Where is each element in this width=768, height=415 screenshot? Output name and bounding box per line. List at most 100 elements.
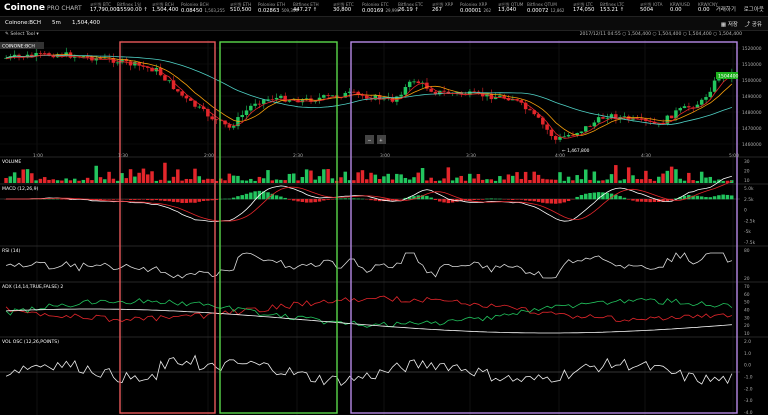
volume-bar [631,175,635,183]
macd-histogram-bar [472,199,476,200]
candle-body [601,117,605,119]
macd-histogram-bar [493,198,498,200]
volume-bar [712,180,717,183]
volume-bar [128,169,133,183]
macd-histogram-bar [296,199,300,202]
volume-bar [687,172,691,183]
volume-bar [373,174,378,183]
panel-axis-label: 40 [744,308,750,314]
time-tick-label: 3:30 [466,153,476,159]
macd-histogram-bar [141,199,146,200]
macd-histogram-bar [532,199,536,202]
volume-bar [455,177,459,183]
candle-body [244,110,249,115]
panel-axis-label: 2.5k [744,197,754,203]
volume-bar [665,170,670,183]
panel-title: MACD (12,26,9) [2,186,39,192]
macd-histogram-bar [313,199,317,203]
panel-axis-label: -3.0 [744,398,753,404]
macd-histogram-bar [309,199,313,203]
time-tick-label: 1:00 [33,153,43,159]
volume-bar [575,175,579,183]
ticker-value: 153.21 ↑ [600,7,625,13]
macd-histogram-bar [171,199,176,202]
volume-bar [163,162,167,183]
volume-bar [30,173,34,183]
macd-histogram-bar [558,199,562,204]
volume-bar [313,179,317,183]
macd-histogram-bar [317,199,322,202]
ticker-item: 코인원 QTUM 13,040 [498,2,523,14]
volume-bar [167,180,171,183]
panel-title: ADX (14,14,TRUE,FALSE) 2 [2,284,63,290]
ticker-item: 코인원 BCH 1,504,400 [152,2,178,14]
macd-histogram-bar [369,199,373,201]
ticker-item: Bitfinex ETC 26.19 ↑ [398,2,423,14]
trade-link[interactable]: 거래하기 [716,7,736,13]
candle-body [326,95,330,96]
symbol-select[interactable]: Coinone:BCH [5,20,41,26]
panel-axis-label: 60 [744,292,750,298]
panel-axis-label: 1.0 [744,351,751,357]
panel-axis-label: 20 [744,276,750,282]
macd-histogram-bar [115,199,120,200]
macd-histogram-bar [433,199,438,201]
select-tool-dropdown[interactable]: ✎ Select Tool ▾ [5,32,39,37]
macd-histogram-bar [107,199,111,200]
volume-bar [395,173,399,183]
ohlc-readout: 2017/12/11 04:55 ○ 1,504,400 ○ 1,504,400… [579,32,742,37]
macd-histogram-bar [523,199,528,201]
macd-histogram-bar [519,199,524,200]
macd-histogram-bar [721,194,725,200]
macd-histogram-bar [150,199,154,201]
volume-bar [459,175,463,183]
volume-bar [407,179,412,183]
macd-histogram-bar [236,196,240,200]
candle-body [584,126,588,132]
volume-bar [343,171,348,183]
macd-histogram-bar [639,199,644,202]
volume-bar [382,176,386,183]
logout-link[interactable]: 로그아웃 [744,7,764,13]
volume-bar [416,172,421,183]
candle-body [553,136,558,140]
volume-bar [523,171,528,183]
app-logo[interactable]: Coinone PRO CHART [4,3,82,13]
share-button[interactable]: ⤴ 공유 [745,20,762,28]
macd-histogram-bar [588,193,592,200]
ticker-item: Poloniex ETC 0.00169 29,999 [362,2,399,15]
volume-bar [592,171,597,183]
volume-bar [322,169,326,183]
macd-histogram-bar [635,199,640,202]
macd-histogram-bar [575,196,579,200]
volume-bar [699,171,704,183]
symbol-tag-text: COINONE:BCH [2,44,35,50]
ticker-value: 174,050 [573,7,595,13]
ticker-value: 510,500 [230,7,252,13]
timeframe-select[interactable]: 5m [52,20,61,26]
volume-bar [412,177,416,183]
ticker-value: 0.00169 29,999 [362,8,400,14]
zoom-out-label: − [368,139,372,144]
macd-histogram-bar [283,197,287,200]
volume-bar [644,170,648,183]
panel-axis-label: 5.0k [744,186,754,192]
volume-bar [515,172,519,183]
volume-bar [618,180,622,183]
volume-bar [158,179,163,183]
volume-bar [47,179,51,183]
candle-body [699,99,704,105]
ticker-value: 26.19 ↑ [398,7,419,13]
volume-bar [17,177,21,183]
macd-histogram-bar [360,198,365,200]
volume-bar [309,170,313,183]
candle-body [605,117,609,119]
macd-histogram-bar [528,199,532,201]
current-price: 1,504,400 [72,20,100,26]
candle-body [596,117,601,123]
volume-bar [304,169,309,183]
save-button[interactable]: ▦ 저장 [721,20,738,28]
price-chart[interactable]: 1:00 1:30 2:00 2:30 3:00 3:30 4:00 4:30 5:001520… [0,40,768,415]
volume-bar [85,177,90,183]
ticker-value: 0.08450 1,503,255 [181,8,225,14]
